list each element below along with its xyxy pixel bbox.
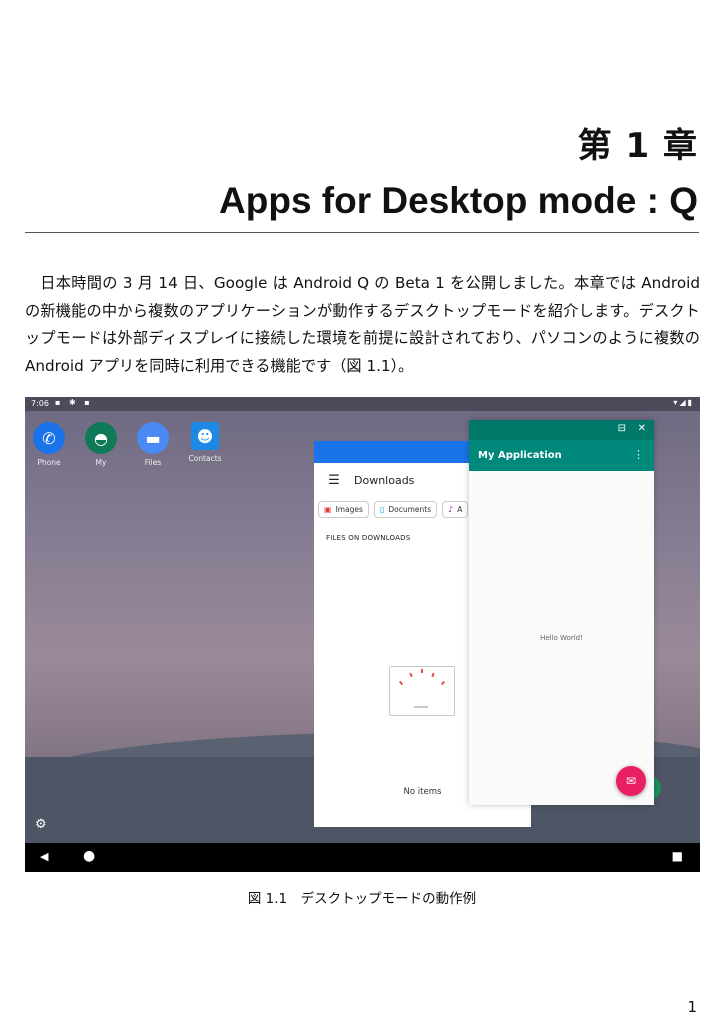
gear-icon[interactable]: ⚙ — [35, 817, 47, 832]
contacts-icon: ☻ — [191, 422, 219, 450]
desktop-mode-screenshot: 7:06 ▪ ✱ ▪ ▾◢▮ ✆ Phone ◓ My ▬ Files ☻ Co… — [25, 397, 700, 872]
notification-icons: ▪ ✱ ▪ — [55, 398, 93, 407]
navigation-bar: ◀ ● ■ — [25, 843, 700, 872]
menu-icon[interactable]: ☰ — [314, 473, 354, 488]
chip-images[interactable]: ▣ Images — [318, 501, 369, 518]
app-toolbar: My Application ⋮ — [469, 440, 654, 471]
status-bar: 7:06 ▪ ✱ ▪ ▾◢▮ — [25, 397, 700, 411]
android-icon: ◓ — [85, 422, 117, 454]
hello-text: Hello World! — [540, 634, 583, 642]
recents-icon[interactable]: ■ — [672, 849, 683, 863]
status-time: 7:06 — [31, 399, 49, 408]
dock-app-my[interactable]: ◓ My — [76, 422, 126, 467]
email-fab-button[interactable]: ✉ — [616, 766, 646, 796]
back-icon[interactable]: ◀ — [40, 850, 48, 863]
chip-documents[interactable]: ▯ Documents — [373, 501, 438, 518]
intro-paragraph: 日本時間の 3 月 14 日、Google は Android Q の Beta… — [25, 274, 700, 375]
my-application-window[interactable]: ⊟ ✕ My Application ⋮ Hello World! ✉ — [469, 420, 654, 805]
maximize-icon[interactable]: ⊟ — [618, 423, 626, 434]
app-caption-bar[interactable]: ⊟ ✕ — [469, 420, 654, 440]
figure-caption: 図 1.1 デスクトップモードの動作例 — [247, 891, 477, 907]
files-title: Downloads — [354, 473, 415, 487]
chip-label: Images — [335, 505, 363, 514]
chapter-title: Apps for Desktop mode : Q — [219, 180, 698, 221]
dock-app-files[interactable]: ▬ Files — [128, 422, 178, 467]
dock-label: My — [95, 458, 107, 467]
close-icon[interactable]: ✕ — [638, 423, 646, 434]
chip-label: A — [457, 505, 463, 514]
audio-icon: ♪ — [448, 505, 454, 514]
image-icon: ▣ — [324, 505, 332, 514]
title-divider — [25, 232, 699, 233]
home-icon[interactable]: ● — [83, 848, 95, 864]
battery-wifi-icons: ▾◢▮ — [673, 398, 694, 407]
chip-audio[interactable]: ♪ A — [442, 501, 469, 518]
app-title: My Application — [478, 450, 562, 461]
phone-icon: ✆ — [33, 422, 65, 454]
folder-icon: ▬ — [137, 422, 169, 454]
dock-label: Files — [144, 458, 162, 467]
chapter-heading: 第 1 章 — [577, 126, 698, 166]
document-icon: ▯ — [379, 505, 385, 514]
empty-box-illustration — [389, 666, 455, 716]
dock-app-phone[interactable]: ✆ Phone — [25, 422, 74, 467]
chip-label: Documents — [388, 505, 432, 514]
empty-box-slot — [414, 706, 428, 708]
page-number: 1 — [687, 998, 697, 1016]
dock-app-contacts[interactable]: ☻ Contacts — [180, 422, 230, 463]
dock-label: Contacts — [188, 454, 222, 463]
email-icon: ✉ — [625, 774, 637, 788]
dock-label: Phone — [37, 458, 61, 467]
more-options-icon[interactable]: ⋮ — [633, 448, 644, 461]
